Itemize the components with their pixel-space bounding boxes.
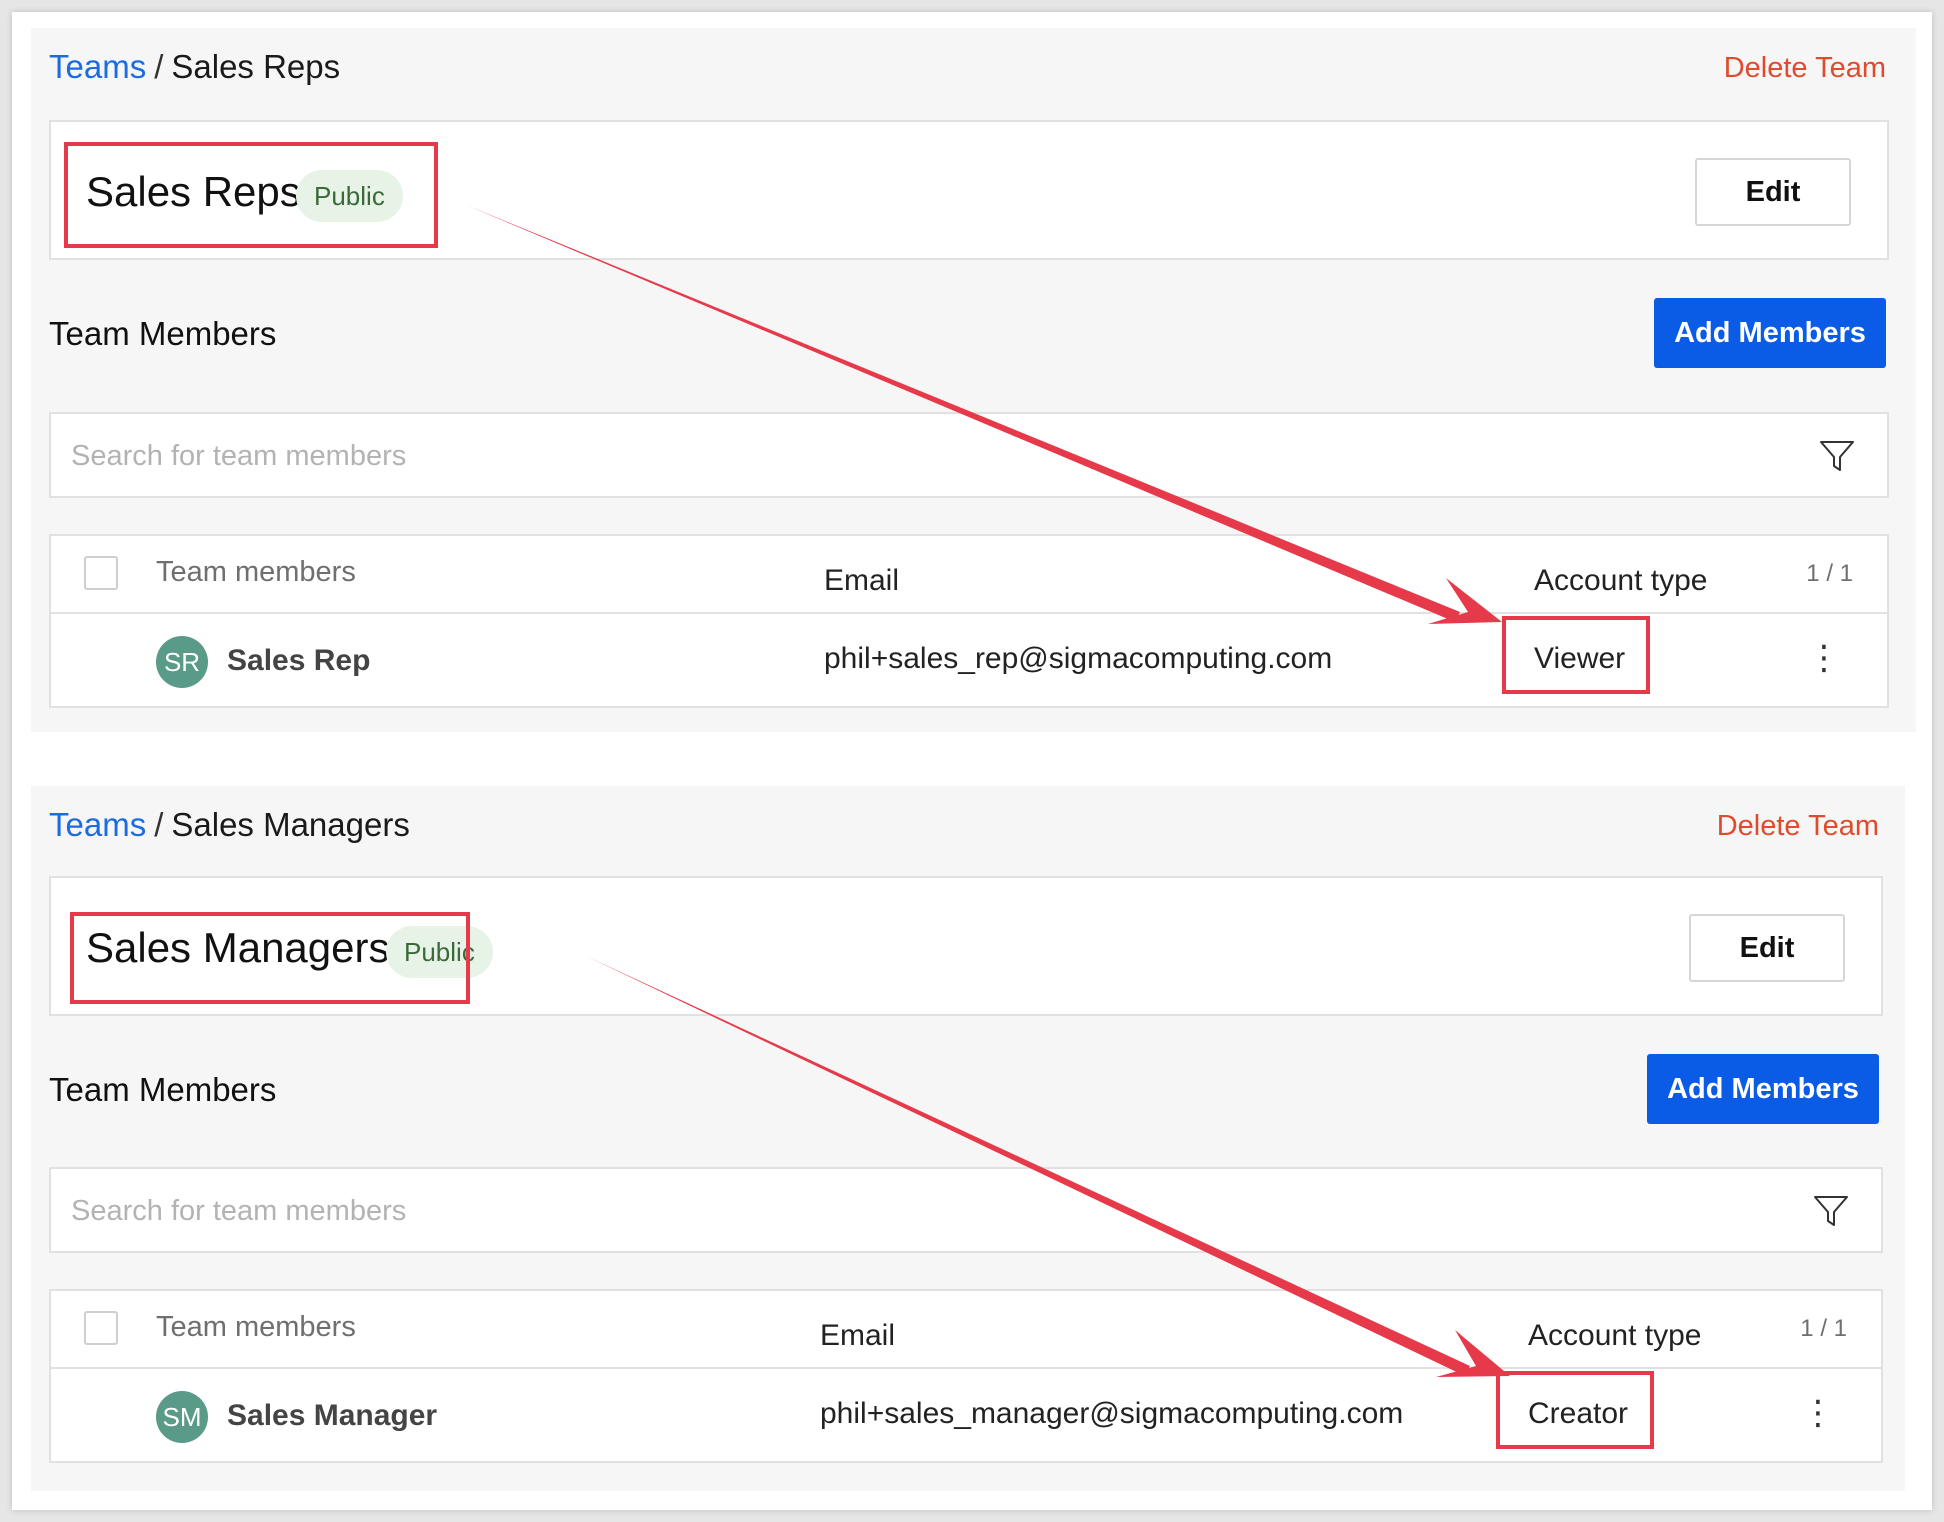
breadcrumb: Teams / Sales Managers bbox=[49, 806, 410, 844]
search-input[interactable] bbox=[69, 1187, 1673, 1235]
breadcrumb: Teams / Sales Reps bbox=[49, 48, 340, 86]
edit-button[interactable]: Edit bbox=[1689, 914, 1845, 982]
member-name: Sales Rep bbox=[227, 644, 371, 677]
filter-icon[interactable] bbox=[1811, 1191, 1851, 1231]
search-input[interactable] bbox=[69, 432, 1673, 480]
select-all-checkbox[interactable] bbox=[84, 556, 118, 590]
filter-icon[interactable] bbox=[1817, 436, 1857, 476]
table-row[interactable]: SR Sales Rep phil+sales_rep@sigmacomputi… bbox=[51, 614, 1887, 706]
members-table: Team members Email Account type 1 / 1 SM… bbox=[49, 1289, 1883, 1463]
breadcrumb-separator: / bbox=[154, 806, 164, 843]
row-count: 1 / 1 bbox=[1800, 1315, 1847, 1342]
member-email: phil+sales_manager@sigmacomputing.com bbox=[820, 1397, 1404, 1430]
breadcrumb-teams-link[interactable]: Teams bbox=[49, 806, 146, 843]
team-header-card: Sales Managers Public Edit bbox=[49, 876, 1883, 1016]
column-header-account-type[interactable]: Account type bbox=[1534, 564, 1707, 598]
column-header-account-type[interactable]: Account type bbox=[1528, 1319, 1701, 1353]
add-members-button[interactable]: Add Members bbox=[1647, 1054, 1879, 1124]
section-title: Team Members bbox=[49, 1071, 277, 1108]
table-header: Team members Email Account type 1 / 1 bbox=[51, 1291, 1881, 1369]
annotation-highlight-box bbox=[70, 912, 470, 1004]
column-header-members[interactable]: Team members bbox=[156, 1311, 356, 1344]
team-panel-sales-managers: Teams / Sales Managers Delete Team Sales M… bbox=[31, 786, 1905, 1491]
team-header-card: Sales Reps Public Edit bbox=[49, 120, 1889, 260]
member-email: phil+sales_rep@sigmacomputing.com bbox=[824, 642, 1333, 675]
breadcrumb-current: Sales Managers bbox=[171, 806, 410, 843]
section-title: Team Members bbox=[49, 315, 277, 352]
account-type: Creator bbox=[1528, 1397, 1629, 1430]
search-bar bbox=[49, 1167, 1883, 1253]
members-table: Team members Email Account type 1 / 1 SR… bbox=[49, 534, 1889, 708]
search-bar bbox=[49, 412, 1889, 498]
more-options-icon[interactable]: ⋮ bbox=[1801, 1393, 1835, 1433]
column-header-email[interactable]: Email bbox=[820, 1319, 895, 1353]
avatar: SR bbox=[156, 636, 208, 688]
table-header: Team members Email Account type 1 / 1 bbox=[51, 536, 1887, 614]
more-options-icon[interactable]: ⋮ bbox=[1807, 638, 1841, 678]
account-type: Viewer bbox=[1534, 642, 1626, 675]
select-all-checkbox[interactable] bbox=[84, 1311, 118, 1345]
column-header-email[interactable]: Email bbox=[824, 564, 899, 598]
breadcrumb-separator: / bbox=[154, 48, 164, 85]
delete-team-button[interactable]: Delete Team bbox=[1724, 52, 1886, 85]
add-members-button[interactable]: Add Members bbox=[1654, 298, 1886, 368]
avatar: SM bbox=[156, 1391, 208, 1443]
breadcrumb-teams-link[interactable]: Teams bbox=[49, 48, 146, 85]
annotation-highlight-box bbox=[64, 142, 438, 248]
column-header-members[interactable]: Team members bbox=[156, 556, 356, 589]
breadcrumb-current: Sales Reps bbox=[171, 48, 341, 85]
row-count: 1 / 1 bbox=[1806, 560, 1853, 587]
team-panel-sales-reps: Teams / Sales Reps Delete Team Sales Reps … bbox=[31, 28, 1916, 732]
delete-team-button[interactable]: Delete Team bbox=[1717, 810, 1879, 843]
edit-button[interactable]: Edit bbox=[1695, 158, 1851, 226]
member-name: Sales Manager bbox=[227, 1399, 438, 1432]
table-row[interactable]: SM Sales Manager phil+sales_manager@sigm… bbox=[51, 1369, 1881, 1461]
